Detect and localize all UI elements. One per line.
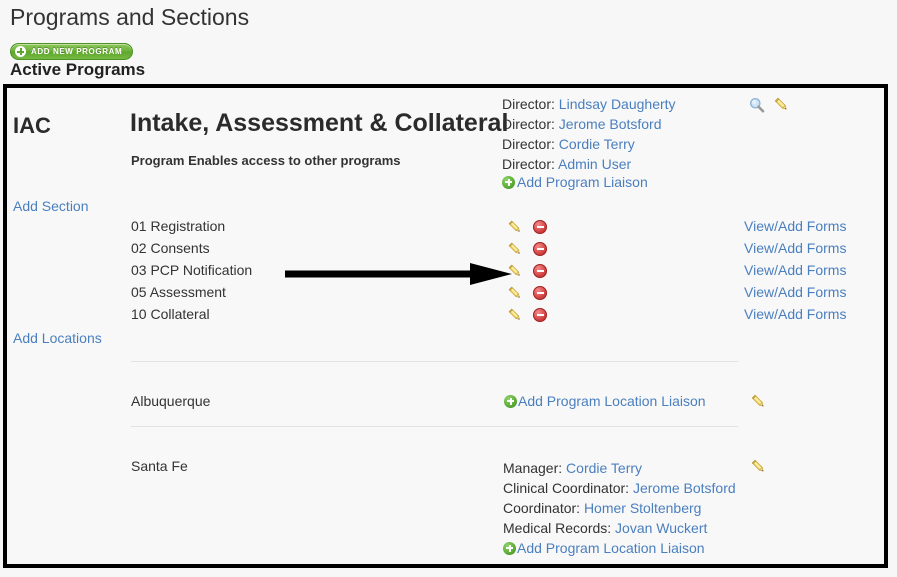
staff-name-link[interactable]: Jerome Botsford	[633, 480, 736, 496]
delete-icon[interactable]	[533, 264, 547, 278]
add-locations-link[interactable]: Add Locations	[13, 330, 102, 346]
section-actions	[507, 219, 547, 235]
staff-name-link[interactable]: Homer Stoltenberg	[584, 500, 702, 516]
pencil-icon[interactable]	[507, 263, 523, 279]
delete-icon[interactable]	[533, 308, 547, 322]
section-row: 01 Registration View/Add Forms	[7, 218, 884, 240]
section-row: 10 Collateral View/Add Forms	[7, 306, 884, 328]
location-staff-row: Coordinator: Homer Stoltenberg	[503, 498, 736, 518]
program-staff-row: Director: Cordie Terry	[502, 134, 676, 154]
pencil-icon[interactable]	[750, 393, 767, 410]
view-add-forms-link[interactable]: View/Add Forms	[744, 240, 846, 256]
location-staff-row: Clinical Coordinator: Jerome Botsford	[503, 478, 736, 498]
active-programs-panel: IAC Intake, Assessment & Collateral Prog…	[3, 84, 888, 568]
add-program-liaison[interactable]: Add Program Liaison	[502, 174, 648, 190]
location-staff-row: Manager: Cordie Terry	[503, 458, 736, 478]
staff-role: Medical Records:	[503, 520, 612, 536]
staff-name-link[interactable]: Cordie Terry	[566, 460, 642, 476]
pencil-icon[interactable]	[773, 96, 790, 113]
staff-role: Coordinator:	[503, 500, 581, 516]
active-programs-heading: Active Programs	[10, 60, 146, 79]
pencil-icon[interactable]	[750, 458, 767, 475]
pencil-icon[interactable]	[507, 241, 523, 257]
add-program-location-liaison[interactable]: Add Program Location Liaison	[503, 538, 736, 558]
add-new-program-button[interactable]: Add New Program	[10, 43, 134, 60]
divider	[131, 426, 738, 427]
staff-role: Director:	[502, 156, 555, 172]
pencil-icon[interactable]	[507, 307, 523, 323]
program-staff-row: Director: Admin User	[502, 154, 676, 174]
pencil-icon[interactable]	[507, 219, 523, 235]
section-name: 03 PCP Notification	[131, 262, 253, 278]
staff-name-link[interactable]: Jovan Wuckert	[615, 520, 707, 536]
add-program-location-liaison[interactable]: Add Program Location Liaison	[504, 393, 706, 409]
program-staff-row: Director: Jerome Botsford	[502, 114, 676, 134]
staff-role: Director:	[502, 96, 555, 112]
delete-icon[interactable]	[533, 220, 547, 234]
plus-icon	[15, 46, 26, 57]
staff-name-link[interactable]: Jerome Botsford	[559, 116, 662, 132]
programs-and-sections-page: Programs and Sections Add New Program Ac…	[0, 0, 897, 577]
page-title: Programs and Sections	[10, 4, 250, 30]
view-add-forms-link[interactable]: View/Add Forms	[744, 218, 846, 234]
section-name: 10 Collateral	[131, 306, 210, 322]
add-program-liaison-link[interactable]: Add Program Liaison	[517, 174, 648, 190]
section-name: 01 Registration	[131, 218, 226, 234]
view-add-forms-link[interactable]: View/Add Forms	[744, 306, 846, 322]
program-name: Intake, Assessment & Collateral	[130, 109, 509, 137]
search-icon[interactable]	[749, 97, 765, 113]
add-new-program-label: Add New Program	[31, 46, 123, 56]
program-code: IAC	[13, 113, 51, 138]
staff-name-link[interactable]: Lindsay Daugherty	[559, 96, 676, 112]
section-row: 03 PCP Notification View/Add Forms	[7, 262, 884, 284]
section-actions	[507, 263, 547, 279]
green-plus-icon	[502, 175, 515, 189]
location-name: Santa Fe	[131, 458, 188, 474]
green-plus-icon	[503, 541, 516, 555]
add-program-location-liaison-link[interactable]: Add Program Location Liaison	[518, 393, 706, 409]
section-name: 05 Assessment	[131, 284, 226, 300]
delete-icon[interactable]	[533, 286, 547, 300]
location-staff-list: Manager: Cordie Terry Clinical Coordinat…	[503, 458, 736, 558]
staff-role: Director:	[502, 136, 555, 152]
program-staff-list: Director: Lindsay Daugherty Director: Je…	[502, 94, 676, 174]
staff-role: Manager:	[503, 460, 563, 476]
program-staff-row: Director: Lindsay Daugherty	[502, 94, 676, 114]
divider	[131, 361, 738, 362]
delete-icon[interactable]	[533, 242, 547, 256]
location-staff-row: Medical Records: Jovan Wuckert	[503, 518, 736, 538]
location-name: Albuquerque	[131, 393, 211, 409]
section-row: 02 Consents View/Add Forms	[7, 240, 884, 262]
staff-role: Director:	[502, 116, 555, 132]
view-add-forms-link[interactable]: View/Add Forms	[744, 284, 846, 300]
green-plus-icon	[504, 394, 517, 408]
staff-name-link[interactable]: Cordie Terry	[559, 136, 635, 152]
section-row: 05 Assessment View/Add Forms	[7, 284, 884, 306]
staff-role: Clinical Coordinator:	[503, 480, 630, 496]
section-actions	[507, 307, 547, 323]
pencil-icon[interactable]	[507, 285, 523, 301]
section-actions	[507, 285, 547, 301]
staff-name-link[interactable]: Admin User	[558, 156, 631, 172]
view-add-forms-link[interactable]: View/Add Forms	[744, 262, 846, 278]
program-header-actions	[749, 96, 790, 113]
program-subtitle: Program Enables access to other programs	[131, 153, 401, 168]
add-program-location-liaison-link[interactable]: Add Program Location Liaison	[517, 538, 705, 558]
section-actions	[507, 241, 547, 257]
add-section-link[interactable]: Add Section	[13, 198, 89, 214]
section-name: 02 Consents	[131, 240, 210, 256]
sections-list: 01 Registration View/Add Forms 02 Consen…	[7, 218, 884, 328]
